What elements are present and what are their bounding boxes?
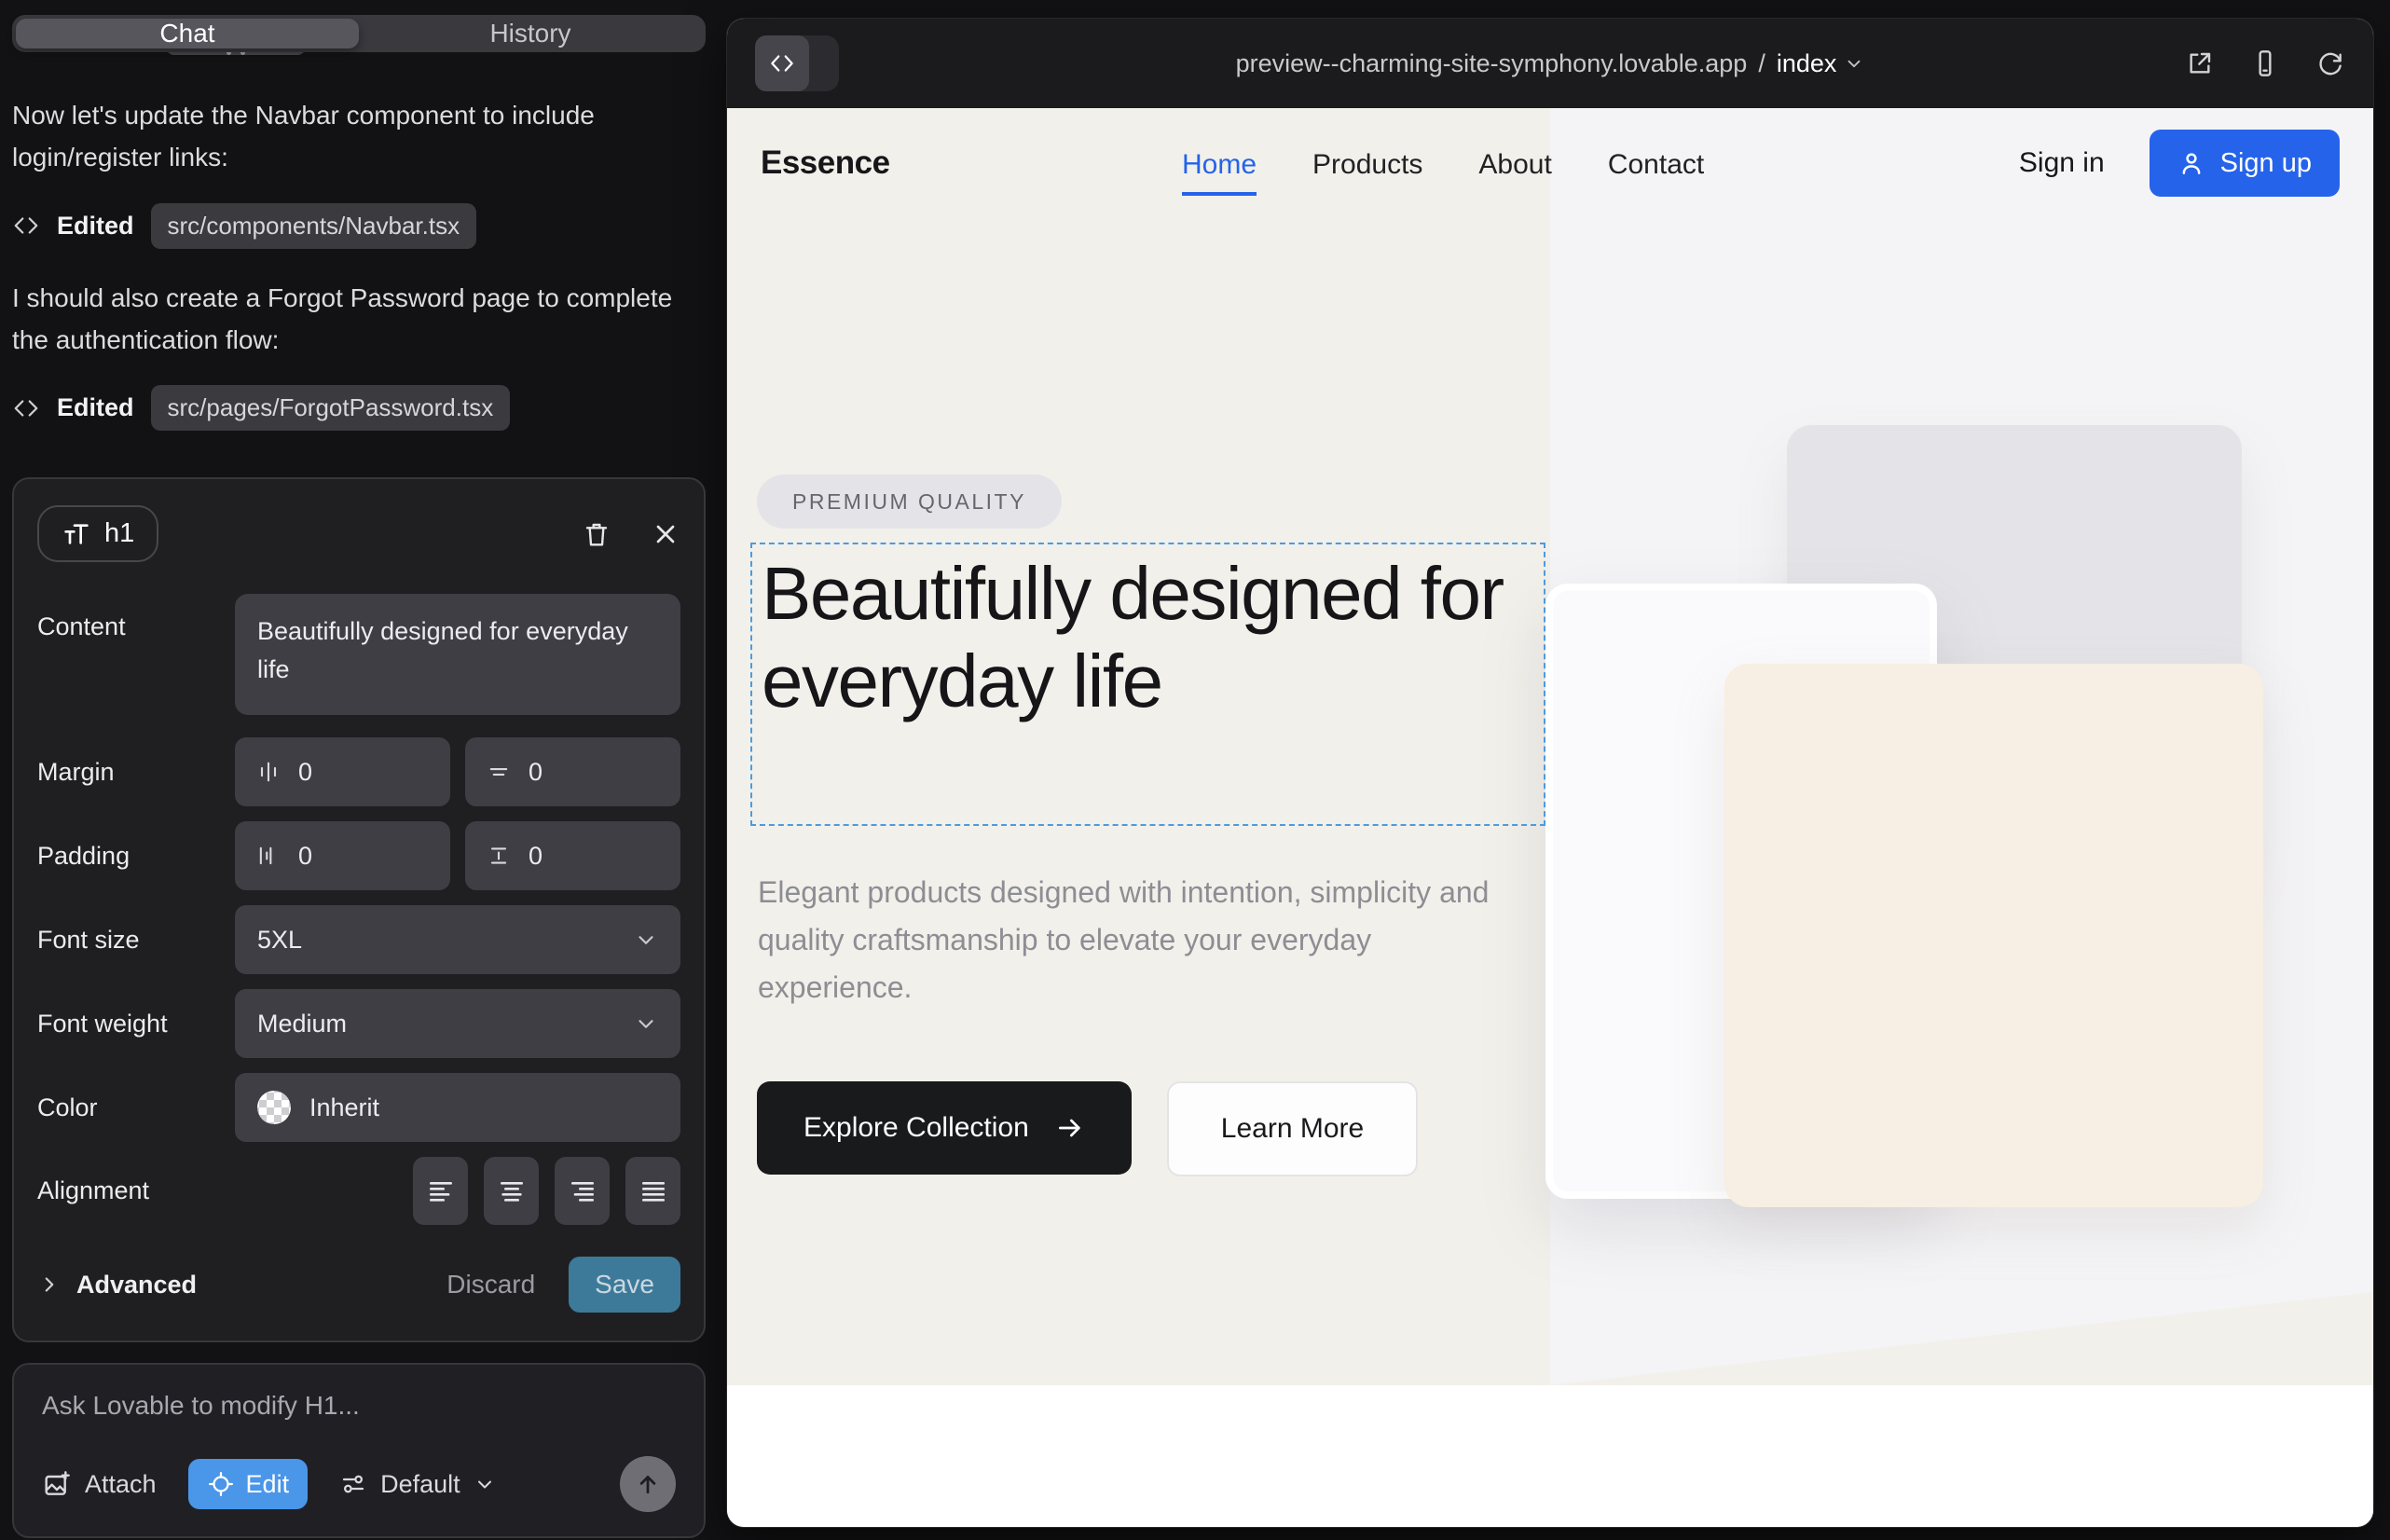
align-right-icon	[568, 1176, 598, 1206]
sliders-icon	[339, 1470, 367, 1498]
default-mode-button[interactable]: Default	[339, 1470, 496, 1499]
alignment-label: Alignment	[37, 1176, 235, 1205]
chevron-down-icon	[634, 928, 658, 952]
person-icon	[2177, 149, 2205, 177]
align-center-icon	[497, 1176, 527, 1206]
site-logo: Essence	[761, 144, 890, 182]
padding-horizontal-icon	[255, 843, 282, 869]
lovable-sidebar: Chat History Now let's update the Navbar…	[0, 0, 727, 1540]
edited-file-chip[interactable]: src/pages/ForgotPassword.tsx	[151, 385, 511, 431]
padding-vertical-icon	[486, 843, 512, 869]
advanced-toggle[interactable]: Advanced	[37, 1271, 197, 1299]
assistant-message: Now let's update the Navbar component to…	[12, 94, 674, 179]
font-size-label: Font size	[37, 926, 235, 955]
margin-vertical-icon	[486, 759, 512, 785]
chevron-down-icon	[1844, 53, 1864, 74]
element-editor-panel: h1 Content Beautifully designed for ever…	[12, 477, 706, 1342]
close-panel-button[interactable]	[651, 519, 680, 549]
target-icon	[207, 1470, 235, 1498]
align-left-icon	[426, 1176, 456, 1206]
tab-chat[interactable]: Chat	[16, 19, 359, 48]
selected-element-pill[interactable]: h1	[37, 505, 158, 562]
sign-in-button[interactable]: Sign in	[2019, 147, 2105, 179]
refresh-icon	[2315, 48, 2345, 78]
decorative-card-beige	[1724, 664, 2263, 1207]
nav-link-home[interactable]: Home	[1182, 145, 1257, 196]
code-icon	[12, 394, 40, 422]
element-tag: h1	[104, 518, 134, 549]
edited-file-row: Edited src/pages/ForgotPassword.tsx	[12, 385, 706, 431]
rendered-site: Essence Home Products About Contact Sign…	[727, 108, 2373, 1527]
open-external-button[interactable]	[2185, 48, 2215, 78]
preview-url[interactable]: preview--charming-site-symphony.lovable.…	[1236, 49, 1748, 78]
edited-label: Edited	[57, 393, 134, 422]
delete-element-button[interactable]	[582, 519, 611, 549]
align-justify-button[interactable]	[625, 1157, 680, 1225]
padding-y-input[interactable]: 0	[465, 821, 680, 890]
margin-y-input[interactable]: 0	[465, 737, 680, 806]
padding-label: Padding	[37, 842, 235, 871]
chevron-right-icon	[37, 1272, 62, 1297]
code-icon	[12, 212, 40, 240]
margin-horizontal-icon	[255, 759, 282, 785]
content-input[interactable]: Beautifully designed for everyday life	[235, 594, 680, 715]
chat-history-tabbar: Chat History	[12, 15, 706, 52]
font-weight-select[interactable]: Medium	[235, 989, 680, 1058]
edited-label: Edited	[57, 212, 134, 241]
font-size-select[interactable]: 5XL	[235, 905, 680, 974]
chevron-down-icon	[474, 1473, 496, 1495]
hero-heading: Beautifully designed for everyday life	[752, 544, 1540, 726]
edit-mode-button[interactable]: Edit	[188, 1459, 309, 1509]
site-navbar: Essence Home Products About Contact Sign…	[727, 108, 2373, 218]
preview-pane: preview--charming-site-symphony.lovable.…	[727, 19, 2373, 1527]
assistant-message: I should also create a Forgot Password p…	[12, 277, 674, 362]
preview-toolbar: preview--charming-site-symphony.lovable.…	[727, 19, 2373, 108]
font-weight-label: Font weight	[37, 1010, 235, 1038]
code-view-toggle[interactable]	[755, 35, 839, 91]
hero-paragraph: Elegant products designed with intention…	[758, 869, 1504, 1012]
arrow-right-icon	[1055, 1113, 1085, 1143]
learn-more-button[interactable]: Learn More	[1167, 1081, 1418, 1176]
content-label: Content	[37, 594, 235, 641]
smartphone-icon	[2250, 48, 2280, 78]
sign-up-button[interactable]: Sign up	[2150, 130, 2340, 197]
discard-button[interactable]: Discard	[446, 1270, 535, 1299]
color-label: Color	[37, 1093, 235, 1122]
chat-input[interactable]	[42, 1391, 676, 1421]
url-separator: /	[1758, 49, 1765, 78]
selected-h1-element[interactable]: Beautifully designed for everyday life	[750, 543, 1545, 826]
color-select[interactable]: Inherit	[235, 1073, 680, 1142]
align-justify-icon	[639, 1176, 668, 1206]
align-center-button[interactable]	[484, 1157, 539, 1225]
nav-link-about[interactable]: About	[1478, 145, 1551, 181]
code-icon	[755, 35, 809, 91]
attach-button[interactable]: Attach	[42, 1469, 157, 1499]
trash-icon	[582, 519, 611, 549]
edited-file-chip[interactable]: src/components/Navbar.tsx	[151, 203, 477, 249]
edited-file-row: Edited src/components/Navbar.tsx	[12, 203, 706, 249]
hero-badge: PREMIUM QUALITY	[757, 474, 1062, 529]
margin-x-input[interactable]: 0	[235, 737, 450, 806]
tab-history[interactable]: History	[359, 19, 702, 48]
margin-label: Margin	[37, 758, 235, 787]
refresh-button[interactable]	[2315, 48, 2345, 78]
mobile-view-button[interactable]	[2250, 48, 2280, 78]
padding-x-input[interactable]: 0	[235, 821, 450, 890]
close-icon	[651, 519, 680, 549]
send-button[interactable]	[620, 1456, 676, 1512]
external-link-icon	[2185, 48, 2215, 78]
nav-link-products[interactable]: Products	[1312, 145, 1422, 181]
transparent-color-swatch	[257, 1091, 291, 1124]
route-selector[interactable]: index	[1777, 49, 1865, 78]
arrow-up-icon	[634, 1470, 662, 1498]
align-right-button[interactable]	[555, 1157, 610, 1225]
nav-link-contact[interactable]: Contact	[1608, 145, 1704, 181]
chevron-down-icon	[634, 1011, 658, 1036]
attach-image-icon	[42, 1469, 72, 1499]
save-button[interactable]: Save	[569, 1257, 680, 1313]
explore-collection-button[interactable]: Explore Collection	[757, 1081, 1132, 1175]
align-left-button[interactable]	[413, 1157, 468, 1225]
typography-icon	[62, 519, 91, 549]
chat-composer: Attach Edit Default	[12, 1363, 706, 1538]
